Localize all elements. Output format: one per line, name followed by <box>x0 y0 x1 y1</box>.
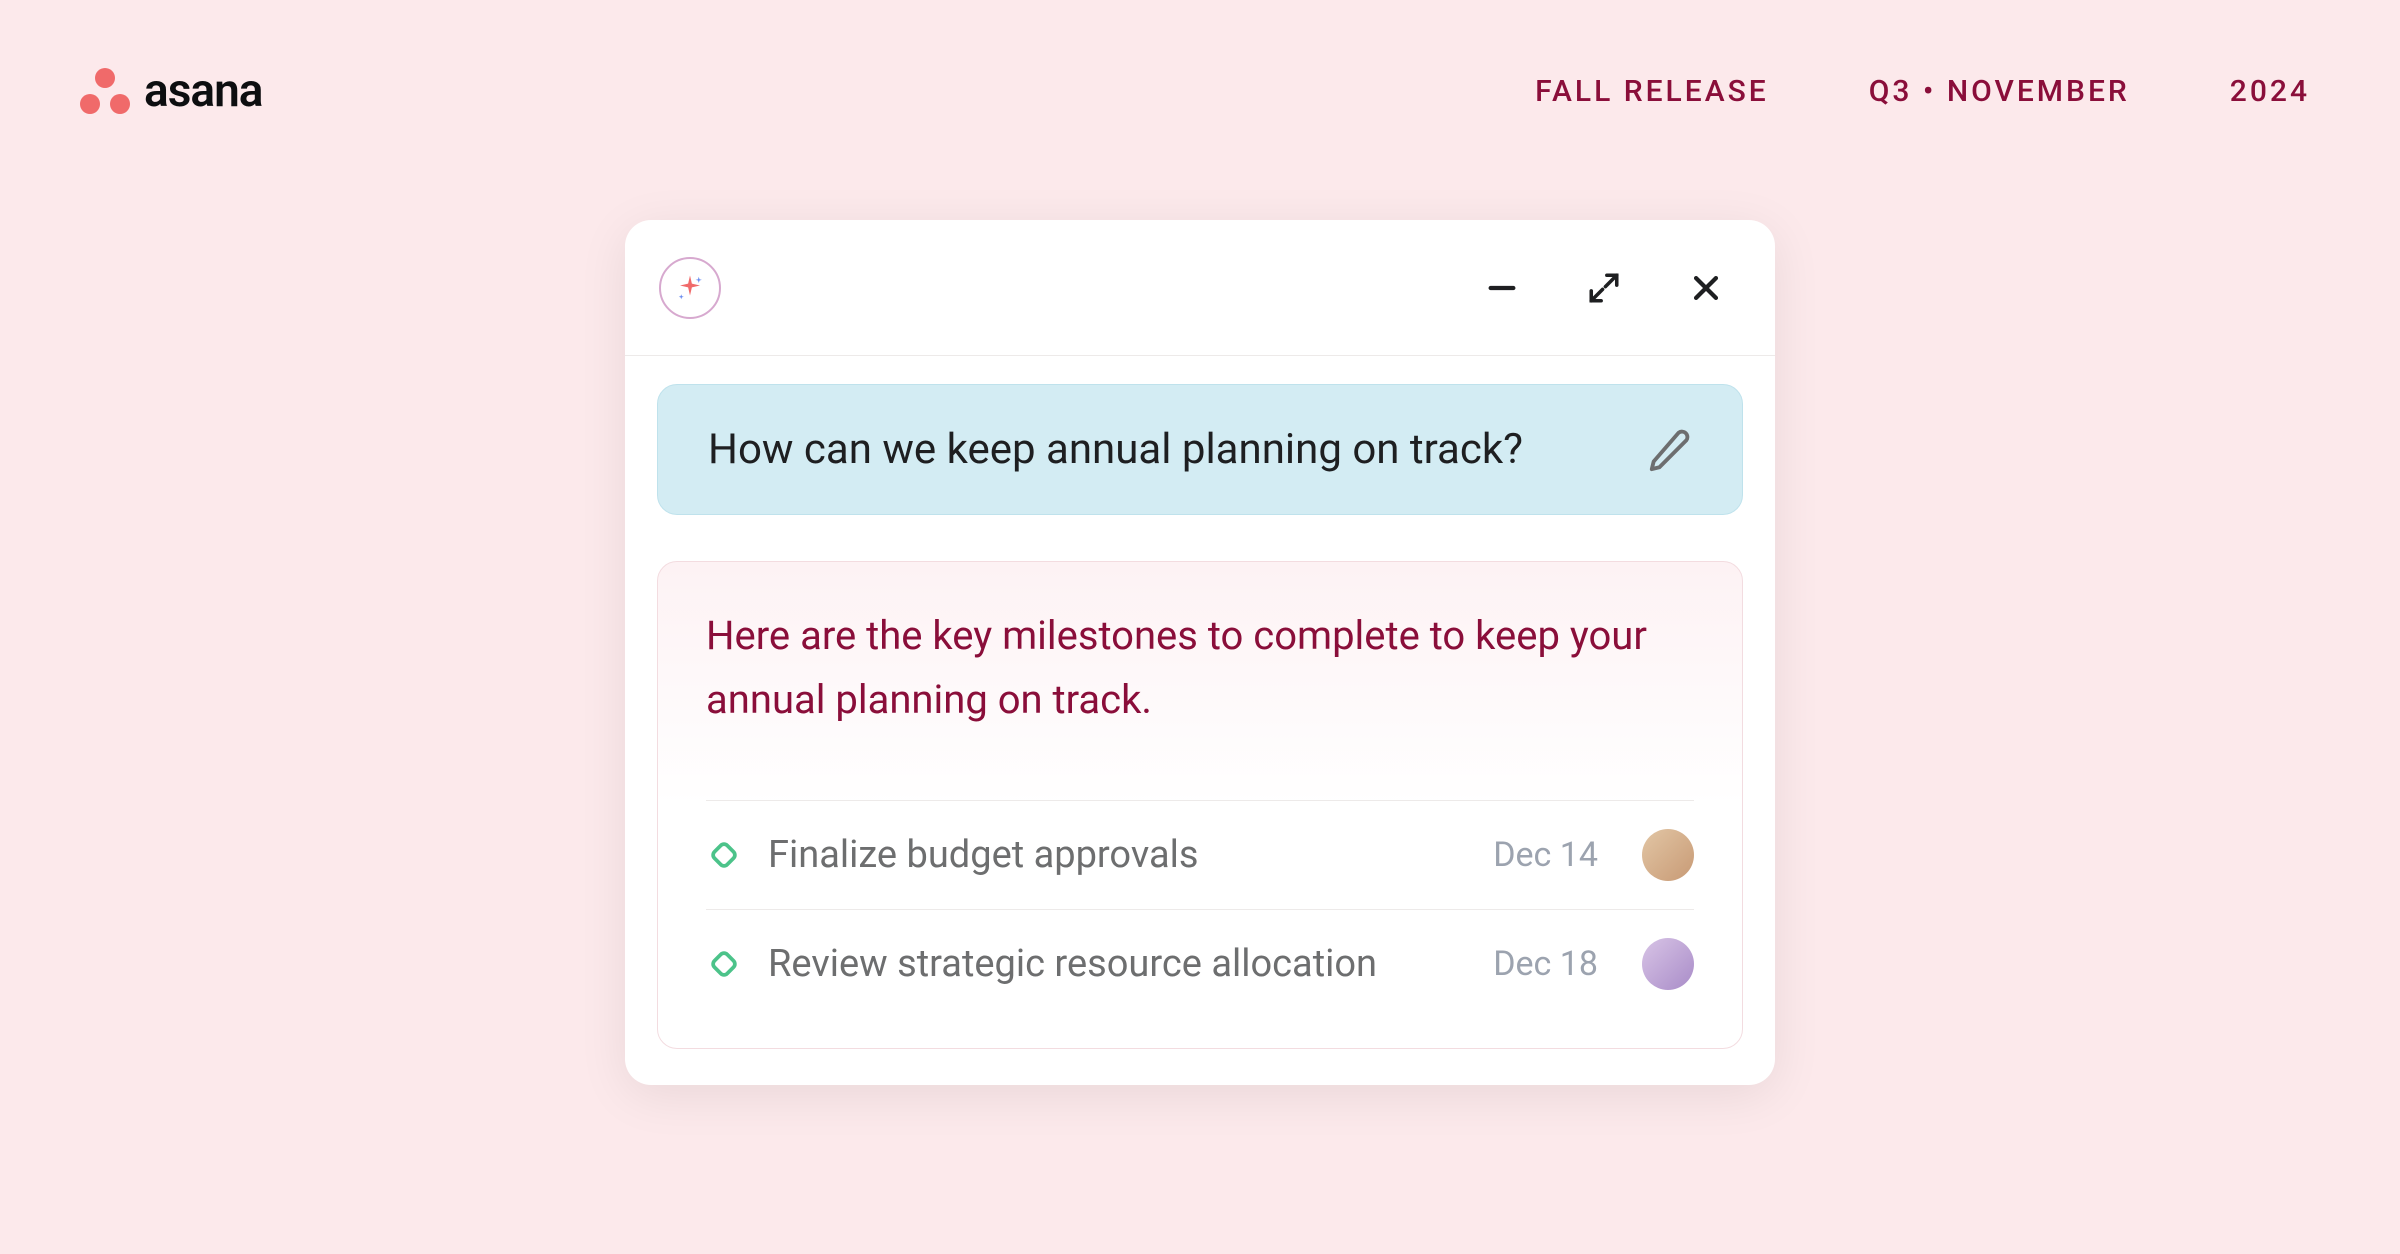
header-meta: FALL RELEASE Q3 • NOVEMBER 2024 <box>1535 74 2310 109</box>
asana-logo-icon <box>80 68 130 114</box>
modal-body: How can we keep annual planning on track… <box>625 356 1775 1085</box>
prompt-text: How can we keep annual planning on track… <box>708 425 1523 474</box>
answer-text: Here are the key milestones to complete … <box>706 604 1694 732</box>
close-button[interactable] <box>1685 267 1727 309</box>
ai-sparkle-icon <box>659 257 721 319</box>
minimize-button[interactable] <box>1481 267 1523 309</box>
ai-chat-modal: How can we keep annual planning on track… <box>625 220 1775 1085</box>
quarter-label: Q3 • NOVEMBER <box>1869 74 2130 109</box>
window-controls <box>1481 267 1727 309</box>
expand-button[interactable] <box>1583 267 1625 309</box>
ai-answer: Here are the key milestones to complete … <box>657 561 1743 1049</box>
edit-prompt-button[interactable] <box>1646 427 1692 473</box>
milestone-date: Dec 14 <box>1493 835 1598 875</box>
year-label: 2024 <box>2230 74 2310 109</box>
milestone-icon <box>706 946 742 982</box>
asana-wordmark: asana <box>144 64 262 118</box>
release-label: FALL RELEASE <box>1535 74 1769 109</box>
asana-logo: asana <box>80 64 262 118</box>
page-header: asana FALL RELEASE Q3 • NOVEMBER 2024 <box>80 64 2310 118</box>
user-prompt: How can we keep annual planning on track… <box>657 384 1743 515</box>
assignee-avatar[interactable] <box>1642 938 1694 990</box>
milestone-date: Dec 18 <box>1493 944 1598 984</box>
milestone-title: Review strategic resource allocation <box>768 942 1467 986</box>
milestone-list: Finalize budget approvals Dec 14 Review … <box>706 800 1694 1018</box>
assignee-avatar[interactable] <box>1642 829 1694 881</box>
milestone-item[interactable]: Finalize budget approvals Dec 14 <box>706 800 1694 909</box>
milestone-title: Finalize budget approvals <box>768 833 1467 877</box>
milestone-icon <box>706 837 742 873</box>
modal-header <box>625 220 1775 356</box>
milestone-item[interactable]: Review strategic resource allocation Dec… <box>706 909 1694 1018</box>
